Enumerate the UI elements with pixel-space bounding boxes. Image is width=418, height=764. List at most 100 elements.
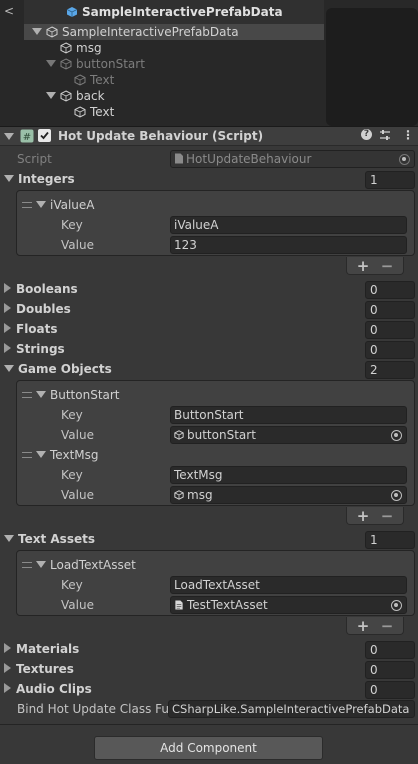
foldout-arrow-icon[interactable] [36,451,46,458]
gameobject-icon [74,74,86,86]
drag-handle-icon[interactable] [22,452,32,458]
foldout-arrow-icon[interactable] [4,663,11,673]
foldout-arrow-icon[interactable] [4,323,11,333]
hier-root[interactable]: SampleInteractivePrefabData [32,24,239,40]
svg-text:#: # [23,132,31,143]
object-picker-icon[interactable] [391,490,402,501]
script-label: Script [17,152,52,166]
foldout-arrow-icon[interactable] [36,391,46,398]
element-name: ButtonStart [50,388,120,402]
value-label: Value [61,428,94,442]
foldout-arrow-icon[interactable] [4,643,11,653]
checkmark-icon [40,131,49,140]
foldout-arrow-icon[interactable] [36,561,46,568]
hier-item-msg[interactable]: msg [60,40,102,56]
object-field[interactable]: buttonStart [170,426,407,444]
object-picker-icon[interactable] [391,430,402,441]
hier-item-back[interactable]: back [46,88,105,104]
more-menu-icon[interactable]: ⋮ [402,128,414,142]
foldout-arrow-icon[interactable] [4,683,11,693]
integers-count[interactable]: 1 [365,171,415,189]
expand-arrow-icon[interactable] [46,92,56,99]
key-field[interactable]: LoadTextAsset [170,576,407,594]
list-element[interactable]: LoadTextAsset [22,556,136,574]
help-icon[interactable]: ? [361,129,372,140]
drag-handle-icon[interactable] [22,202,32,208]
add-element-button[interactable]: + [353,507,373,525]
gameobject-icon [74,106,86,118]
hier-item-text[interactable]: Text [74,104,114,120]
list-element[interactable]: ButtonStart [22,386,120,404]
expand-arrow-icon[interactable] [32,28,42,35]
gameobject-icon [60,58,72,70]
foldout-arrow-icon[interactable] [4,283,11,293]
object-picker-icon[interactable] [391,600,402,611]
key-field[interactable]: ButtonStart [170,406,407,424]
remove-element-button[interactable]: − [377,507,397,525]
value-field[interactable]: 123 [170,236,407,254]
foldout-arrow-icon[interactable] [4,343,11,353]
foldout-arrow-icon[interactable] [4,535,14,542]
audioclips-count[interactable]: 0 [365,681,415,699]
remove-element-button[interactable]: − [377,257,397,275]
presets-icon[interactable] [379,129,391,141]
key-field[interactable]: iValueA [170,216,407,234]
foldout-arrow-icon[interactable] [4,175,14,182]
element-name: LoadTextAsset [50,558,136,572]
divider [0,724,418,725]
strings-count[interactable]: 0 [365,341,415,359]
hier-item-text-disabled[interactable]: Text [74,72,114,88]
foldout-arrow-icon[interactable] [4,365,14,372]
object-field[interactable]: msg [170,486,407,504]
drag-handle-icon[interactable] [22,392,32,398]
key-field[interactable]: TextMsg [170,466,407,484]
value-label: Value [61,238,94,252]
component-header[interactable]: # Hot Update Behaviour (Script) ? ⋮ [0,126,418,146]
foldout-arrow-icon[interactable] [36,201,46,208]
doubles-count[interactable]: 0 [365,301,415,319]
add-element-button[interactable]: + [353,617,373,635]
floats-count[interactable]: 0 [365,321,415,339]
doubles-foldout[interactable]: Doubles [4,300,71,318]
enabled-checkbox[interactable] [38,129,51,142]
audioclips-foldout[interactable]: Audio Clips [4,680,92,698]
object-field[interactable]: TestTextAsset [170,596,407,614]
textassets-count[interactable]: 1 [365,531,415,549]
key-label: Key [61,408,83,422]
gameobjects-count[interactable]: 2 [365,361,415,379]
back-button[interactable]: < [4,4,14,18]
add-component-button[interactable]: Add Component [94,736,323,760]
hierarchy-panel: < SampleInteractivePrefabData SampleInte… [0,0,418,126]
foldout-arrow-icon[interactable] [4,303,11,313]
booleans-foldout[interactable]: Booleans [4,280,78,298]
textures-count[interactable]: 0 [365,661,415,679]
expand-arrow-icon[interactable] [46,60,56,67]
integers-foldout[interactable]: Integers [4,170,75,188]
gameobject-icon [60,90,72,102]
hier-item-label: buttonStart [76,57,145,71]
textures-foldout[interactable]: Textures [4,660,74,678]
script-field: HotUpdateBehaviour [170,150,415,168]
hier-item-buttonstart[interactable]: buttonStart [46,56,145,72]
foldout-arrow-icon[interactable] [4,133,14,140]
list-element[interactable]: TextMsg [22,446,99,464]
textures-label: Textures [16,662,74,676]
add-element-button[interactable]: + [353,257,373,275]
gameobjects-foldout[interactable]: Game Objects [4,360,112,378]
bind-class-field[interactable]: CSharpLike.SampleInteractivePrefabData [168,700,415,718]
textassets-foldout[interactable]: Text Assets [4,530,95,548]
list-element[interactable]: iValueA [22,196,95,214]
hier-item-label: msg [76,41,102,55]
gameobject-icon [174,430,184,440]
gameobject-icon [174,490,184,500]
gameobject-icon [60,42,72,54]
booleans-count[interactable]: 0 [365,281,415,299]
gameobject-icon [46,26,58,38]
remove-element-button[interactable]: − [377,617,397,635]
materials-count[interactable]: 0 [365,641,415,659]
integers-add-remove: + − [346,257,404,275]
floats-foldout[interactable]: Floats [4,320,58,338]
drag-handle-icon[interactable] [22,562,32,568]
strings-foldout[interactable]: Strings [4,340,65,358]
materials-foldout[interactable]: Materials [4,640,79,658]
